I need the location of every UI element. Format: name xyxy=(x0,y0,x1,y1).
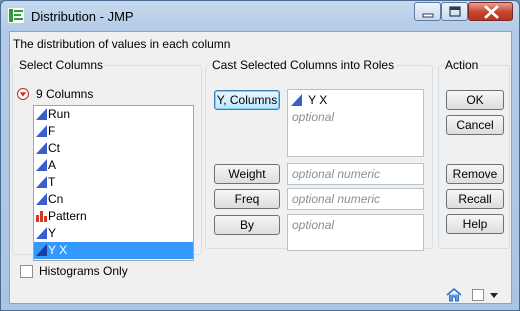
window-title: Distribution - JMP xyxy=(31,9,134,24)
dialog-window: Distribution - JMP The distribution of v… xyxy=(0,0,520,311)
columns-count: 9 Columns xyxy=(36,87,94,101)
home-icon[interactable] xyxy=(446,287,462,303)
histograms-only-label: Histograms Only xyxy=(39,264,128,278)
column-item-f[interactable]: F xyxy=(34,123,193,140)
by-role-box[interactable]: optional xyxy=(287,214,424,251)
freq-placeholder: optional numeric xyxy=(292,192,381,206)
column-item-y[interactable]: Y xyxy=(34,225,193,242)
continuous-icon xyxy=(36,159,47,171)
ok-button[interactable]: OK xyxy=(446,90,504,110)
column-label: Y X xyxy=(48,243,68,257)
histograms-only-checkbox[interactable] xyxy=(20,265,33,278)
close-button[interactable] xyxy=(468,2,513,21)
minimize-icon xyxy=(422,13,434,18)
cast-roles-panel: Cast Selected Columns into Roles Y, Colu… xyxy=(205,58,433,251)
column-label: Y xyxy=(48,226,57,240)
column-label: Cn xyxy=(48,192,64,206)
dropdown-arrow-icon[interactable] xyxy=(488,287,500,303)
dialog-body: The distribution of values in each colum… xyxy=(9,31,512,304)
y-columns-button[interactable]: Y, Columns xyxy=(214,90,280,110)
cancel-button[interactable]: Cancel xyxy=(446,115,504,135)
status-bar xyxy=(436,287,511,303)
by-button[interactable]: By xyxy=(214,215,280,235)
y-columns-entry[interactable]: Y X xyxy=(291,93,327,107)
recall-button[interactable]: Recall xyxy=(446,189,504,209)
column-item-t[interactable]: T xyxy=(34,174,193,191)
column-item-a[interactable]: A xyxy=(34,157,193,174)
nominal-icon xyxy=(36,211,47,222)
continuous-icon xyxy=(36,227,47,239)
column-label: A xyxy=(48,158,57,172)
continuous-icon xyxy=(36,193,47,205)
column-label: T xyxy=(48,175,56,189)
jmp-app-icon xyxy=(8,8,24,23)
freq-role-box[interactable]: optional numeric xyxy=(287,188,424,210)
continuous-icon xyxy=(36,108,47,120)
column-list[interactable]: Run F Ct A T Cn Pattern Y Y X xyxy=(33,105,194,261)
column-item-pattern[interactable]: Pattern xyxy=(34,208,193,225)
column-item-cn[interactable]: Cn xyxy=(34,191,193,208)
y-columns-role-box[interactable]: Y X optional xyxy=(287,89,424,157)
column-item-run[interactable]: Run xyxy=(34,106,193,123)
column-item-y-x[interactable]: Y X xyxy=(34,242,193,259)
select-columns-legend: Select Columns xyxy=(19,58,104,72)
freq-button[interactable]: Freq xyxy=(214,189,280,209)
y-columns-entry-label: Y X xyxy=(308,93,328,107)
column-item-ct[interactable]: Ct xyxy=(34,140,193,157)
y-columns-placeholder: optional xyxy=(292,110,335,124)
action-legend: Action xyxy=(445,58,479,72)
close-icon xyxy=(484,5,499,19)
continuous-icon xyxy=(291,94,302,106)
maximize-button[interactable] xyxy=(441,2,468,21)
window-list-checkbox[interactable] xyxy=(472,289,484,301)
weight-placeholder: optional numeric xyxy=(292,167,381,181)
continuous-icon xyxy=(36,176,47,188)
cast-roles-legend: Cast Selected Columns into Roles xyxy=(212,58,395,72)
remove-button[interactable]: Remove xyxy=(446,164,504,184)
action-panel: Action OK Cancel Remove Recall Help xyxy=(438,58,510,249)
continuous-icon xyxy=(36,125,47,137)
column-label: Run xyxy=(48,107,71,121)
column-label: Ct xyxy=(48,141,60,155)
column-label: F xyxy=(48,124,56,138)
dialog-description: The distribution of values in each colum… xyxy=(13,37,231,51)
title-bar[interactable]: Distribution - JMP xyxy=(1,1,519,31)
continuous-icon xyxy=(36,142,47,154)
column-label: Pattern xyxy=(48,209,87,223)
minimize-button[interactable] xyxy=(414,2,441,21)
maximize-icon xyxy=(449,6,461,17)
disclosure-triangle-icon[interactable] xyxy=(17,88,29,100)
weight-role-box[interactable]: optional numeric xyxy=(287,163,424,185)
by-placeholder: optional xyxy=(292,218,335,232)
select-columns-panel: Select Columns 9 Columns Run F Ct A T Cn… xyxy=(12,58,202,261)
help-button[interactable]: Help xyxy=(446,214,504,234)
continuous-icon xyxy=(36,244,47,256)
weight-button[interactable]: Weight xyxy=(214,164,280,184)
